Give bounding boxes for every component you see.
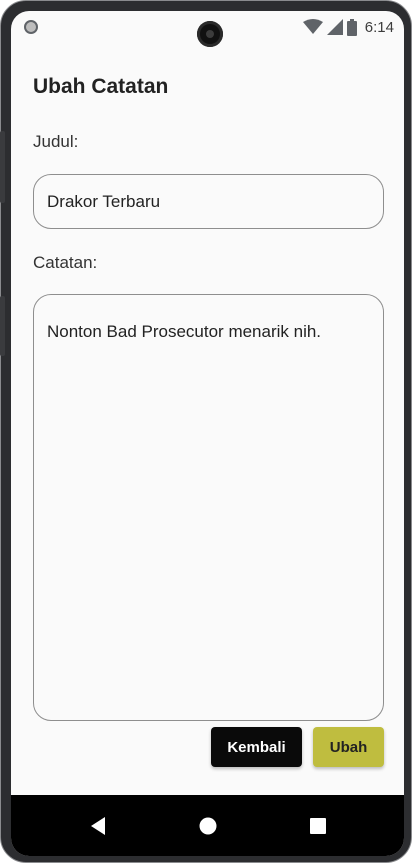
status-icons: 6:14 — [302, 17, 394, 37]
battery-icon — [346, 18, 357, 36]
home-icon — [199, 817, 217, 835]
nav-home-button[interactable] — [193, 811, 223, 841]
note-textarea[interactable]: Nonton Bad Prosecutor menarik nih. — [33, 294, 384, 721]
title-label: Judul: — [33, 132, 79, 151]
notification-dot-icon — [24, 20, 38, 34]
back-button[interactable]: Kembali — [211, 727, 302, 767]
title-input[interactable] — [33, 174, 384, 229]
power-button — [0, 296, 5, 356]
note-label: Catatan: — [33, 253, 98, 272]
wifi-icon — [302, 19, 323, 34]
save-button[interactable]: Ubah — [313, 727, 384, 767]
volume-button — [0, 131, 5, 203]
nav-recents-button[interactable] — [303, 811, 333, 841]
navigation-bar — [11, 795, 404, 856]
status-time: 6:14 — [364, 18, 394, 36]
front-camera — [197, 21, 223, 47]
back-icon — [91, 817, 105, 835]
page-title: Ubah Catatan — [33, 75, 169, 98]
nav-back-button[interactable] — [83, 811, 113, 841]
status-bar: 6:14 — [11, 11, 404, 47]
recents-icon — [310, 818, 326, 834]
signal-icon — [326, 19, 343, 35]
device-frame: 6:14 Ubah Catatan Judul: Catatan: Nonton… — [0, 0, 412, 863]
screen: 6:14 Ubah Catatan Judul: Catatan: Nonton… — [11, 11, 404, 856]
